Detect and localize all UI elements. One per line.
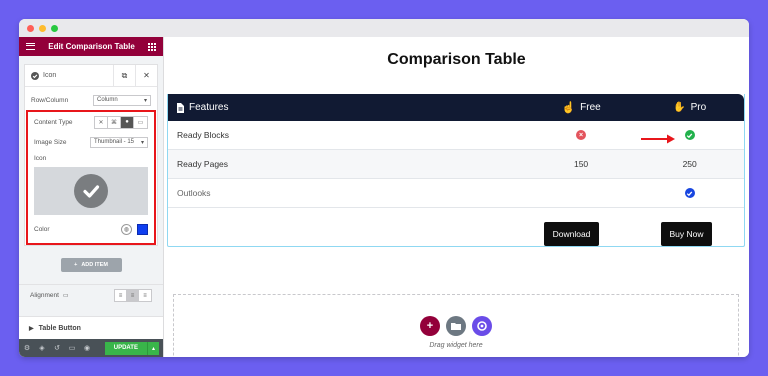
repeater-item: Icon ⧉ ✕ Row/Column Column ▾ Content Type… [24, 64, 158, 246]
chevron-down-icon: ▾ [140, 139, 144, 146]
image-size-value: Thumbnail - 15 [94, 139, 135, 145]
duplicate-icon[interactable]: ⧉ [113, 64, 135, 87]
caret-right-icon: ▶ [29, 325, 34, 332]
repeater-item-label: Icon [43, 72, 57, 79]
row-column-label: Row/Column [31, 96, 69, 104]
image-size-label: Image Size [34, 138, 67, 146]
template-icon[interactable]: ▭ [134, 116, 147, 128]
icon-label: Icon [34, 154, 47, 162]
color-swatch[interactable] [137, 223, 148, 235]
color-label: Color [34, 225, 50, 233]
icon-icon[interactable]: ● [121, 116, 134, 128]
icon-picker-preview[interactable] [34, 167, 148, 215]
table-button-row: Download Buy Now [168, 222, 744, 246]
window-titlebar [19, 19, 749, 37]
chevron-up-icon[interactable]: ▴ [146, 341, 159, 355]
close-window-button[interactable] [27, 24, 34, 32]
preview-icon[interactable]: ◉ [83, 344, 91, 352]
arrow-right-icon [641, 134, 675, 144]
content-type-control: Content Type ✕ ⌘ ● ▭ [28, 112, 154, 132]
image-size-control: Image Size Thumbnail - 15 ▾ [28, 132, 154, 152]
align-right-icon[interactable]: ≡ [139, 290, 151, 301]
close-icon[interactable]: ✕ [135, 64, 157, 87]
download-button[interactable]: Download [544, 222, 599, 246]
sidebar-header: Edit Comparison Table [19, 37, 163, 56]
sidebar-title: Edit Comparison Table [48, 42, 135, 51]
feature-cell: Outlooks [177, 188, 211, 198]
editor-canvas: Comparison Table Features ☝ Free ✋ Pro R… [164, 37, 749, 357]
feature-cell: Ready Blocks [177, 130, 229, 140]
row-column-control: Row/Column Column ▾ [25, 90, 157, 110]
highlight-box: Content Type ✕ ⌘ ● ▭ Image Size Thumbnai… [26, 110, 156, 245]
add-item-button[interactable]: + ADD ITEM [60, 258, 122, 272]
free-value-cell: 150 [573, 159, 589, 169]
global-color-icon[interactable]: ◍ [121, 223, 132, 235]
maximize-window-button[interactable] [51, 24, 58, 32]
document-icon [177, 102, 184, 113]
hand-icon: ✋ [673, 102, 686, 113]
table-button-section-label: Table Button [38, 324, 81, 332]
cross-icon: × [576, 130, 587, 140]
check-circle-icon [31, 71, 39, 80]
image-size-select[interactable]: Thumbnail - 15 ▾ [90, 136, 148, 148]
check-circle-icon [74, 174, 108, 208]
alignment-options: ≡ ≡ ≡ [114, 289, 152, 302]
responsive-icon[interactable]: ▭ [68, 344, 76, 352]
layers-icon[interactable]: ◈ [38, 344, 46, 352]
align-center-icon[interactable]: ≡ [127, 290, 139, 301]
color-control: Color ◍ [28, 219, 154, 239]
table-button-section[interactable]: ▶ Table Button [19, 316, 163, 340]
feature-cell: Ready Pages [177, 159, 229, 169]
buy-now-button[interactable]: Buy Now [661, 222, 712, 246]
elementskit-icon[interactable] [472, 316, 492, 336]
chevron-down-icon: ▾ [143, 97, 147, 104]
header-pro: Pro [690, 102, 707, 113]
add-item-label: ADD ITEM [81, 262, 108, 268]
pointer-hand-icon: ☝ [561, 102, 576, 114]
desktop-icon: ▭ [62, 293, 69, 299]
add-section-icon[interactable]: + [420, 316, 440, 336]
alignment-control: Alignment ▭ ≡ ≡ ≡ [19, 284, 163, 306]
row-column-select[interactable]: Column ▾ [93, 94, 151, 106]
sidebar-footer: ⚙ ◈ ↺ ▭ ◉ UPDATE ▴ [19, 339, 163, 357]
browser-window: Edit Comparison Table Icon ⧉ ✕ Row/Colum… [19, 19, 749, 357]
add-template-icon[interactable] [446, 316, 466, 336]
image-icon[interactable]: ⌘ [108, 116, 121, 128]
check-blue-icon [684, 188, 695, 198]
update-button-group: UPDATE ▴ [104, 341, 159, 355]
editor-sidebar: Edit Comparison Table Icon ⧉ ✕ Row/Colum… [19, 37, 164, 357]
align-left-icon[interactable]: ≡ [115, 290, 127, 301]
page-title: Comparison Table [387, 51, 526, 68]
row-column-value: Column [97, 97, 118, 103]
minimize-window-button[interactable] [39, 24, 46, 32]
content-type-options: ✕ ⌘ ● ▭ [94, 115, 148, 129]
header-features: Features [189, 102, 229, 113]
table-header: Features ☝ Free ✋ Pro [168, 94, 744, 121]
hamburger-icon[interactable] [26, 43, 35, 50]
alignment-label: Alignment [30, 292, 59, 299]
settings-icon[interactable]: ⚙ [23, 344, 31, 352]
drop-zone[interactable]: + Drag widget here [173, 294, 739, 357]
history-icon[interactable]: ↺ [53, 344, 61, 352]
drop-zone-text: Drag widget here [429, 342, 483, 349]
icon-control-label-row: Icon [28, 152, 154, 164]
repeater-item-header[interactable]: Icon ⧉ ✕ [25, 64, 157, 87]
update-button[interactable]: UPDATE [104, 341, 147, 355]
table-row: Outlooks [168, 179, 744, 208]
check-icon [684, 130, 695, 140]
pro-value-cell: 250 [682, 159, 697, 169]
grid-icon[interactable] [148, 42, 156, 51]
table-row: Ready Pages 150 250 [168, 150, 744, 179]
none-icon[interactable]: ✕ [95, 116, 108, 128]
comparison-table[interactable]: Features ☝ Free ✋ Pro Ready Blocks × Rea… [167, 94, 745, 247]
content-type-label: Content Type [34, 118, 73, 126]
plus-icon: + [74, 262, 78, 268]
header-free: Free [580, 102, 601, 113]
